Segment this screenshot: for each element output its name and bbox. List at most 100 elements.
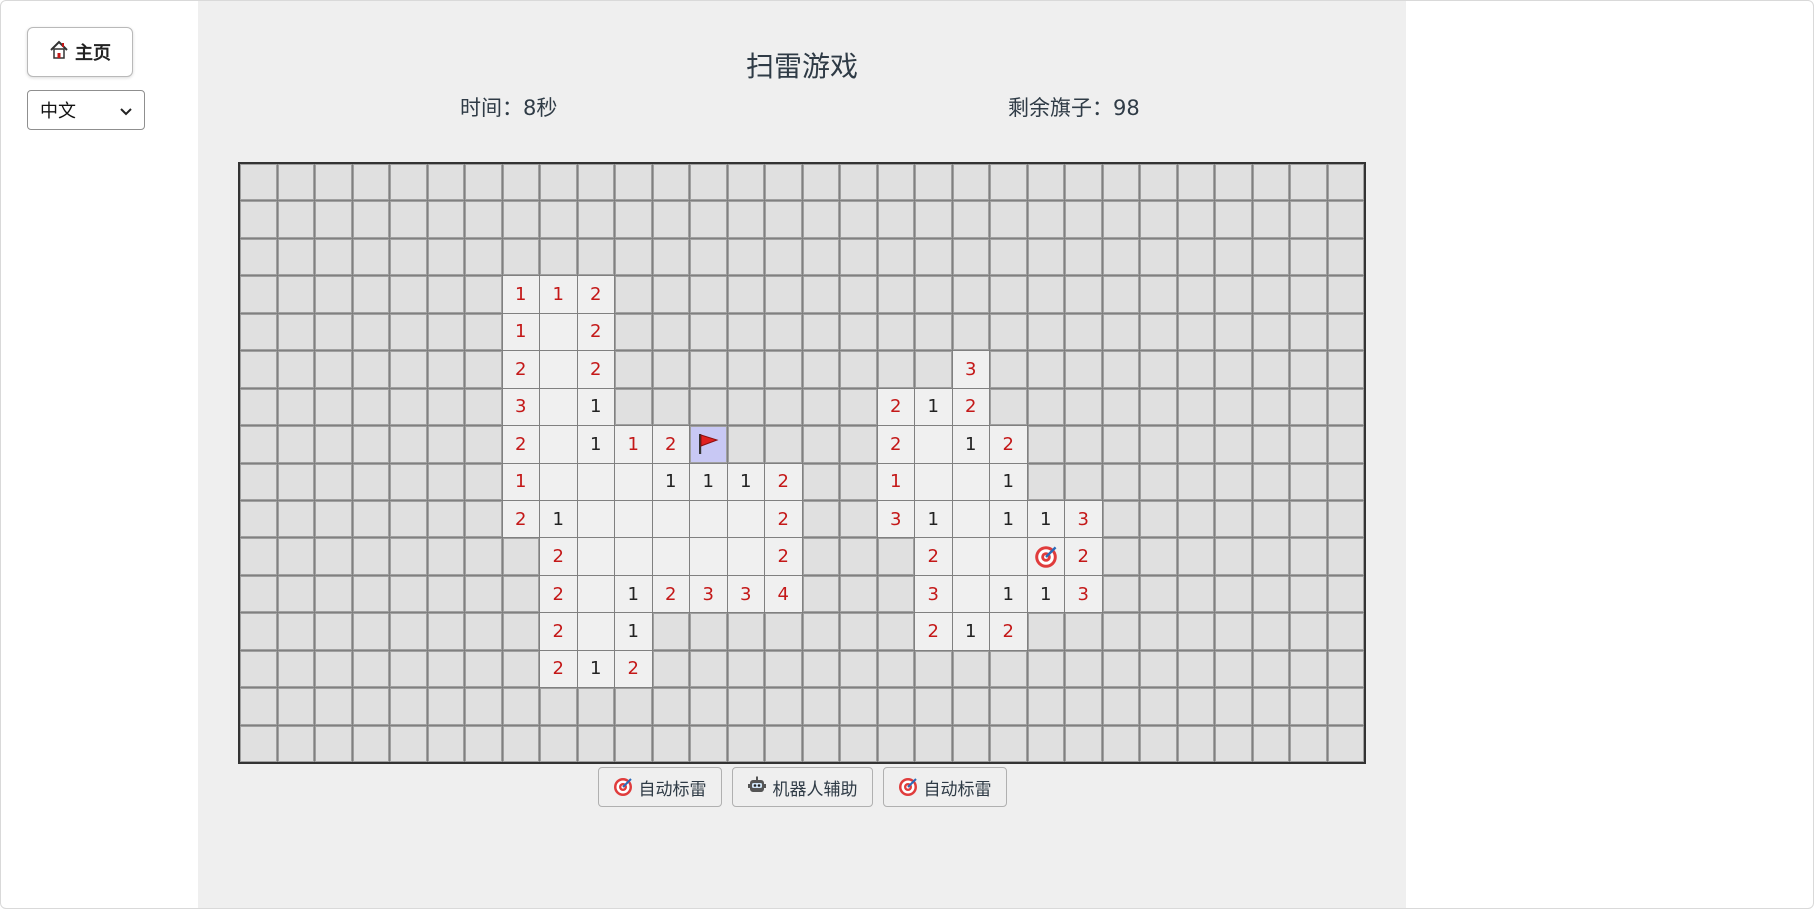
- board-cell[interactable]: [1252, 613, 1289, 650]
- revealed-cell[interactable]: 1: [577, 388, 614, 426]
- board-cell[interactable]: [952, 238, 989, 276]
- board-cell[interactable]: [502, 238, 539, 276]
- board-cell[interactable]: [952, 276, 989, 313]
- board-cell[interactable]: [390, 276, 427, 313]
- board-cell[interactable]: [427, 538, 464, 575]
- board-cell[interactable]: [315, 725, 352, 762]
- board-cell[interactable]: [802, 650, 839, 688]
- board-cell[interactable]: [877, 613, 914, 650]
- revealed-cell[interactable]: 2: [615, 650, 652, 688]
- board-cell[interactable]: [1140, 725, 1177, 762]
- board-cell[interactable]: [840, 575, 877, 613]
- board-cell[interactable]: [240, 725, 277, 762]
- board-cell[interactable]: [240, 238, 277, 276]
- revealed-cell[interactable]: 2: [877, 426, 914, 463]
- board-cell[interactable]: [1290, 500, 1327, 538]
- board-cell[interactable]: [1177, 388, 1214, 426]
- board-cell[interactable]: [952, 313, 989, 351]
- board-cell[interactable]: [277, 613, 314, 650]
- home-button[interactable]: 主页: [27, 27, 133, 77]
- board-cell[interactable]: [577, 688, 614, 725]
- revealed-cell[interactable]: [615, 500, 652, 538]
- board-cell[interactable]: [240, 426, 277, 463]
- board-cell[interactable]: [840, 388, 877, 426]
- board-cell[interactable]: [1215, 426, 1252, 463]
- revealed-cell[interactable]: [952, 575, 989, 613]
- board-cell[interactable]: [1140, 688, 1177, 725]
- board-cell[interactable]: [390, 500, 427, 538]
- board-cell[interactable]: [652, 164, 689, 201]
- board-cell[interactable]: [390, 575, 427, 613]
- board-cell[interactable]: [727, 688, 764, 725]
- board-cell[interactable]: [615, 201, 652, 238]
- board-cell[interactable]: [277, 688, 314, 725]
- board-cell[interactable]: [1177, 313, 1214, 351]
- board-cell[interactable]: [315, 538, 352, 575]
- board-cell[interactable]: [1177, 650, 1214, 688]
- board-cell[interactable]: [465, 313, 502, 351]
- board-cell[interactable]: [1327, 201, 1364, 238]
- board-cell[interactable]: [1140, 351, 1177, 388]
- board-cell[interactable]: [915, 201, 952, 238]
- board-cell[interactable]: [1290, 388, 1327, 426]
- board-cell[interactable]: [615, 276, 652, 313]
- board-cell[interactable]: [802, 463, 839, 500]
- revealed-cell[interactable]: [952, 500, 989, 538]
- revealed-cell[interactable]: [540, 463, 577, 500]
- board-cell[interactable]: [1290, 463, 1327, 500]
- board-cell[interactable]: [315, 238, 352, 276]
- board-cell[interactable]: [1252, 538, 1289, 575]
- board-cell[interactable]: [427, 426, 464, 463]
- board-cell[interactable]: [427, 351, 464, 388]
- revealed-cell[interactable]: 2: [915, 538, 952, 575]
- board-cell[interactable]: [1065, 613, 1102, 650]
- board-cell[interactable]: [802, 276, 839, 313]
- board-cell[interactable]: [765, 351, 802, 388]
- board-cell[interactable]: [1140, 276, 1177, 313]
- board-cell[interactable]: [1177, 276, 1214, 313]
- board-cell[interactable]: [765, 164, 802, 201]
- revealed-cell[interactable]: 4: [765, 575, 802, 613]
- board-cell[interactable]: [990, 388, 1027, 426]
- board-cell[interactable]: [1252, 463, 1289, 500]
- board-cell[interactable]: [1065, 238, 1102, 276]
- board-cell[interactable]: [502, 613, 539, 650]
- board-cell[interactable]: [390, 164, 427, 201]
- board-cell[interactable]: [1327, 650, 1364, 688]
- revealed-cell[interactable]: 3: [502, 388, 539, 426]
- board-cell[interactable]: [727, 725, 764, 762]
- board-cell[interactable]: [802, 688, 839, 725]
- board-cell[interactable]: [1140, 650, 1177, 688]
- board-cell[interactable]: [840, 201, 877, 238]
- board-cell[interactable]: [1252, 388, 1289, 426]
- board-cell[interactable]: [690, 313, 727, 351]
- revealed-cell[interactable]: 2: [915, 613, 952, 650]
- revealed-cell[interactable]: 1: [577, 650, 614, 688]
- revealed-cell[interactable]: 2: [990, 613, 1027, 650]
- board-cell[interactable]: [840, 613, 877, 650]
- board-cell[interactable]: [1027, 388, 1064, 426]
- board-cell[interactable]: [727, 313, 764, 351]
- revealed-cell[interactable]: [690, 538, 727, 575]
- board-cell[interactable]: [427, 276, 464, 313]
- revealed-cell[interactable]: 2: [952, 388, 989, 426]
- board-cell[interactable]: [502, 725, 539, 762]
- board-cell[interactable]: [690, 164, 727, 201]
- board-cell[interactable]: [277, 463, 314, 500]
- board-cell[interactable]: [352, 725, 389, 762]
- board-cell[interactable]: [1327, 238, 1364, 276]
- revealed-cell[interactable]: 2: [990, 426, 1027, 463]
- board-cell[interactable]: [952, 164, 989, 201]
- board-cell[interactable]: [1102, 650, 1139, 688]
- board-cell[interactable]: [1140, 538, 1177, 575]
- board-cell[interactable]: [990, 688, 1027, 725]
- revealed-cell[interactable]: 2: [765, 500, 802, 538]
- revealed-cell[interactable]: [727, 500, 764, 538]
- board-cell[interactable]: [1252, 238, 1289, 276]
- board-cell[interactable]: [465, 575, 502, 613]
- board-cell[interactable]: [1065, 463, 1102, 500]
- board-cell[interactable]: [915, 351, 952, 388]
- board-cell[interactable]: [1065, 351, 1102, 388]
- revealed-cell[interactable]: [652, 538, 689, 575]
- board-cell[interactable]: [465, 426, 502, 463]
